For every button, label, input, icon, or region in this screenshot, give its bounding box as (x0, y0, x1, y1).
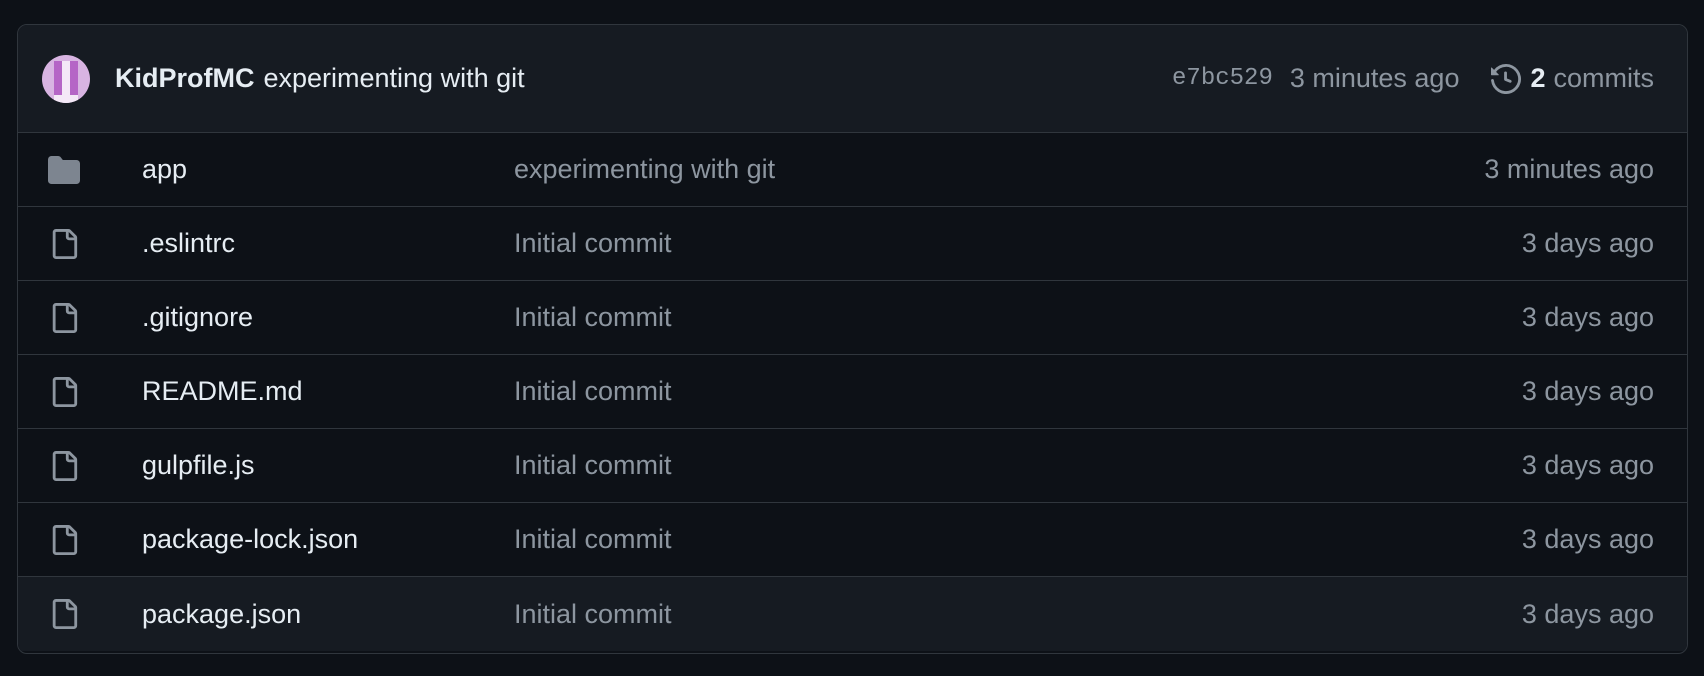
commits-label: commits (1553, 63, 1655, 93)
file-commit-age: 3 days ago (1521, 228, 1654, 258)
file-icon (46, 226, 82, 262)
file-commit-age: 3 days ago (1521, 598, 1654, 629)
file-commit-message-link[interactable]: Initial commit (514, 376, 672, 407)
file-icon (46, 448, 82, 484)
file-row[interactable]: .gitignore Initial commit 3 days ago (18, 281, 1687, 355)
file-commit-message-link[interactable]: Initial commit (514, 228, 672, 259)
file-row[interactable]: app experimenting with git 3 minutes ago (18, 133, 1687, 207)
file-icon (46, 596, 82, 632)
file-commit-age: 3 days ago (1521, 302, 1654, 332)
file-row[interactable]: gulpfile.js Initial commit 3 days ago (18, 429, 1687, 503)
file-icon (46, 522, 82, 558)
file-commit-message-link[interactable]: experimenting with git (514, 154, 775, 185)
file-browser: KidProfMC experimenting with git e7bc529… (17, 24, 1688, 654)
file-name-link[interactable]: README.md (82, 376, 514, 407)
file-commit-message-link[interactable]: Initial commit (514, 524, 672, 555)
history-icon (1491, 63, 1522, 94)
commits-history-link[interactable]: 2 commits (1491, 63, 1654, 94)
file-commit-message-link[interactable]: Initial commit (514, 450, 672, 481)
file-list: app experimenting with git 3 minutes ago… (18, 133, 1687, 651)
file-name-link[interactable]: .eslintrc (82, 228, 514, 259)
commit-author-link[interactable]: KidProfMC (115, 63, 254, 94)
avatar[interactable] (42, 54, 90, 103)
file-commit-message-link[interactable]: Initial commit (514, 599, 672, 630)
file-row[interactable]: .eslintrc Initial commit 3 days ago (18, 207, 1687, 281)
commit-sha-link[interactable]: e7bc529 (1172, 65, 1273, 92)
file-name-link[interactable]: gulpfile.js (82, 450, 514, 481)
file-row[interactable]: package-lock.json Initial commit 3 days … (18, 503, 1687, 577)
file-name-link[interactable]: app (82, 154, 514, 185)
file-row[interactable]: README.md Initial commit 3 days ago (18, 355, 1687, 429)
file-icon (46, 374, 82, 410)
latest-commit-bar: KidProfMC experimenting with git e7bc529… (18, 25, 1687, 133)
commit-time: 3 minutes ago (1289, 63, 1460, 93)
folder-icon (46, 152, 82, 188)
file-row[interactable]: package.json Initial commit 3 days ago (18, 577, 1687, 651)
file-commit-age: 3 days ago (1521, 524, 1654, 554)
file-name-link[interactable]: .gitignore (82, 302, 514, 333)
file-commit-message-link[interactable]: Initial commit (514, 302, 672, 333)
file-commit-age: 3 minutes ago (1484, 154, 1654, 184)
file-commit-age: 3 days ago (1521, 450, 1654, 480)
file-name-link[interactable]: package.json (82, 599, 514, 630)
commits-count: 2 (1530, 63, 1546, 93)
file-commit-age: 3 days ago (1521, 376, 1654, 406)
file-icon (46, 300, 82, 336)
commit-message-link[interactable]: experimenting with git (263, 63, 524, 94)
file-name-link[interactable]: package-lock.json (82, 524, 514, 555)
